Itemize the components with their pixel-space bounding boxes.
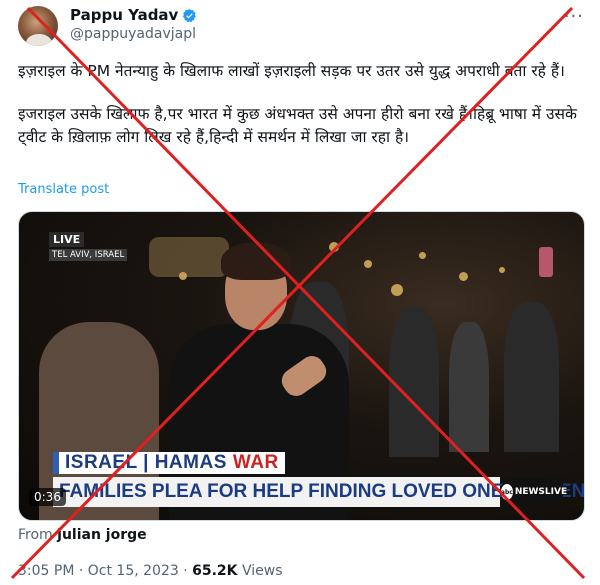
bokeh-light — [364, 260, 372, 268]
crowd-silhouette — [449, 322, 489, 452]
bokeh-light — [391, 284, 403, 296]
news-headline: FAMILIES PLEA FOR HELP FINDING LOVED ONE… — [53, 477, 584, 507]
war-banner-right: WAR — [232, 452, 279, 473]
abc-news-live-logo: abc NEWSLIVE — [500, 478, 567, 506]
author-name-row: Pappu Yadav — [70, 6, 197, 24]
tweet-timestamp[interactable]: 3:05 PM · Oct 15, 2023 · — [18, 563, 188, 579]
more-options-icon[interactable]: ··· — [564, 6, 584, 27]
tweet-paragraph-1: इज़राइल के PM नेतन्याहु के खिलाफ लाखों इ… — [18, 62, 565, 80]
bokeh-light — [499, 267, 505, 273]
tweet-meta: 3:05 PM · Oct 15, 2023 · 65.2K Views — [18, 563, 283, 579]
author-handle[interactable]: @pappuyadavjapl — [70, 26, 196, 42]
video-attribution: From julian jorge — [18, 527, 147, 543]
verified-badge-icon — [183, 8, 197, 22]
avatar[interactable] — [18, 6, 58, 46]
bokeh-light — [539, 247, 553, 277]
crowd-silhouette — [389, 307, 439, 457]
war-banner: ISRAEL | HAMAS WAR — [53, 452, 285, 474]
video-player[interactable]: LIVE TEL AVIV, ISRAEL ISRAEL | HAMAS WAR… — [18, 211, 585, 521]
crowd-silhouette — [504, 302, 559, 452]
attribution-source-link[interactable]: julian jorge — [57, 527, 147, 543]
abc-logo-circle: abc — [500, 484, 513, 500]
video-duration: 0:36 — [29, 488, 66, 506]
abc-logo-text: NEWSLIVE — [514, 487, 568, 497]
war-banner-left: ISRAEL | HAMAS — [65, 452, 227, 473]
tweet-text: इज़राइल के PM नेतन्याहु के खिलाफ लाखों इ… — [18, 60, 584, 169]
live-location: TEL AVIV, ISRAEL — [49, 249, 128, 261]
live-badge: LIVE — [49, 232, 85, 247]
reporter-hair — [221, 242, 291, 280]
bokeh-light — [329, 242, 339, 252]
translate-post-link[interactable]: Translate post — [18, 182, 109, 197]
live-indicator: LIVE TEL AVIV, ISRAEL — [49, 228, 128, 261]
avatar-shirt — [26, 34, 52, 46]
views-label: Views — [241, 563, 283, 579]
bokeh-light — [149, 237, 229, 277]
display-name[interactable]: Pappu Yadav — [70, 6, 178, 24]
views-count: 65.2K — [192, 563, 238, 579]
tweet-paragraph-2: इजराइल उसके खिलाफ है,पर भारत में कुछ अंध… — [18, 105, 577, 146]
attribution-prefix: From — [18, 527, 53, 543]
bokeh-light — [419, 252, 426, 259]
bokeh-light — [459, 272, 468, 281]
